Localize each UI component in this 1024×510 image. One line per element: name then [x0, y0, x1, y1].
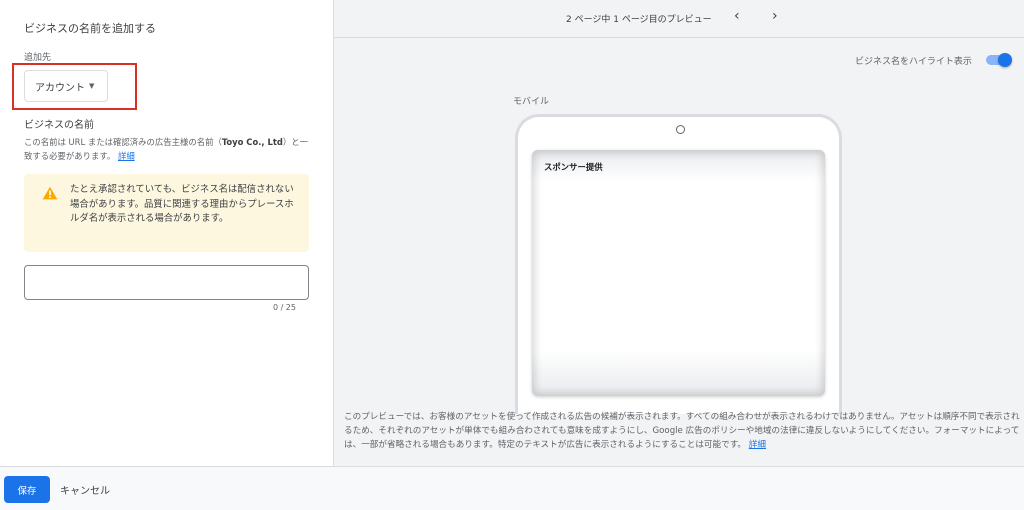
highlight-toggle-label: ビジネス名をハイライト表示: [855, 57, 972, 67]
ad-preview-card: スポンサー提供: [532, 150, 825, 396]
description-details-link[interactable]: 詳細: [118, 151, 135, 161]
business-name-panel: ビジネスの名前を追加する 追加先 アカウント ▼ ビジネスの名前 この名前は U…: [0, 0, 333, 466]
character-counter: 0 / 25: [272, 303, 296, 312]
caret-down-icon: ▼: [89, 82, 95, 90]
sponsored-label: スポンサー提供: [544, 162, 603, 172]
camera-icon: [676, 125, 685, 134]
save-button[interactable]: 保存: [4, 476, 50, 503]
preview-pager-text: 2 ページ中 1 ページ目のプレビュー: [566, 15, 712, 25]
business-name-description: この名前は URL または確認済みの広告主様の名前（Toyo Co., Ltd）…: [24, 137, 308, 161]
business-name-title: ビジネスの名前: [24, 120, 94, 131]
preview-header: 2 ページ中 1 ページ目のプレビュー ‹ ›: [334, 0, 1024, 38]
account-dropdown-button[interactable]: アカウント ▼: [24, 70, 108, 102]
preview-panel: 2 ページ中 1 ページ目のプレビュー ‹ › ビジネス名をハイライト表示 モバ…: [333, 0, 1024, 466]
business-name-input[interactable]: [24, 265, 309, 300]
warning-banner: たとえ承認されていても、ビジネス名は配信されない場合があります。品質に関連する理…: [24, 174, 309, 252]
warning-text: たとえ承認されていても、ビジネス名は配信されない場合があります。品質に関連する理…: [70, 184, 294, 224]
cancel-button[interactable]: キャンセル: [60, 476, 110, 503]
chevron-left-icon[interactable]: ‹: [734, 8, 740, 24]
preview-note: このプレビューでは、お客様のアセットを使って作成される広告の候補が表示されます。…: [344, 412, 1020, 450]
toggle-thumb: [998, 53, 1012, 67]
chevron-right-icon[interactable]: ›: [772, 8, 778, 24]
mobile-label: モバイル: [513, 97, 550, 107]
mobile-phone-frame: スポンサー提供: [515, 114, 842, 414]
account-dropdown-label: アカウント: [35, 82, 85, 94]
footer-bar: 保存 キャンセル: [0, 466, 1024, 510]
company-name: Toyo Co., Ltd: [221, 137, 283, 147]
section-title: ビジネスの名前を追加する: [24, 22, 156, 35]
preview-note-details-link[interactable]: 詳細: [749, 440, 766, 450]
add-to-label: 追加先: [24, 53, 52, 63]
warning-triangle-icon: [42, 186, 58, 200]
highlight-business-name-toggle[interactable]: [986, 53, 1012, 67]
